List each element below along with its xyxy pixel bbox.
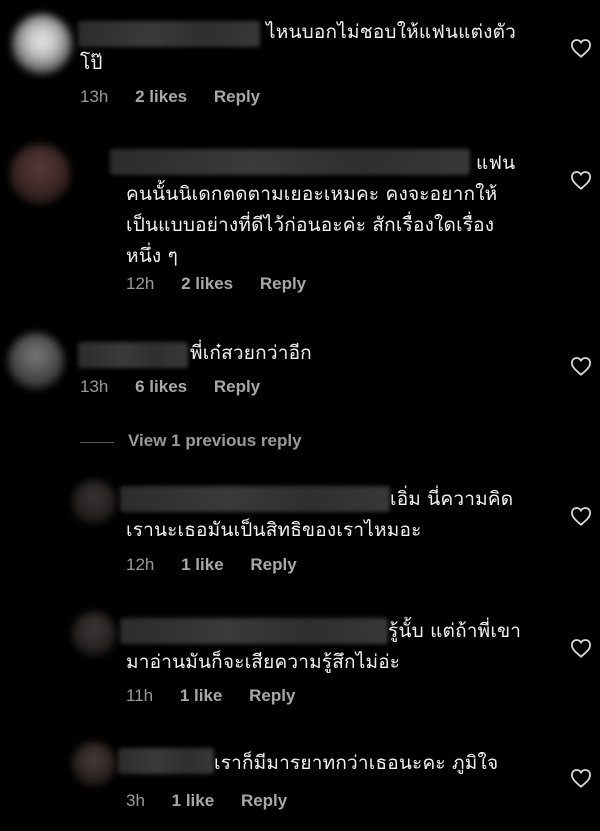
heart-outline-icon[interactable] (570, 506, 592, 526)
comment-line: หนึ่ง ๆ (126, 245, 179, 267)
timestamp: 13h (80, 377, 109, 396)
comment-text: ไหนบอกไม่ชอบให้แฟนแต่งตัว โป๊ (80, 17, 516, 79)
comment-line: เป็นแบบอย่างที่ดีไว้ก่อนอะค่ะ สักเรื่องใ… (126, 214, 495, 236)
reply-comment: รู้นั้บ แต่ถ้าพี่เขา มาอ่านมันก็จะเสียคว… (0, 610, 600, 720)
comment-meta: 3h 1 like Reply (126, 791, 309, 811)
comment-meta: 11h 1 like Reply (126, 686, 317, 706)
comment-meta: 12h 2 likes Reply (126, 274, 328, 294)
view-previous-replies-label: View 1 previous reply (128, 431, 302, 450)
avatar[interactable] (12, 14, 72, 74)
heart-outline-icon[interactable] (570, 170, 592, 190)
reply-button[interactable]: Reply (214, 87, 260, 106)
timestamp: 13h (80, 87, 109, 106)
comment-line: รู้นั้บ แต่ถ้าพี่เขา (388, 620, 522, 642)
comment-text: เราก็มีมารยาทกว่าเธอนะคะ ภูมิใจ (120, 748, 498, 779)
comment-line: แฟน (476, 152, 516, 174)
timestamp: 3h (126, 791, 145, 810)
timestamp: 11h (126, 686, 154, 705)
avatar[interactable] (72, 480, 116, 524)
avatar[interactable] (72, 742, 116, 786)
heart-outline-icon[interactable] (570, 356, 592, 376)
likes-count[interactable]: 1 like (180, 686, 223, 705)
heart-outline-icon[interactable] (570, 638, 592, 658)
reply-comment: เราก็มีมารยาทกว่าเธอนะคะ ภูมิใจ 3h 1 lik… (0, 740, 600, 830)
comment-line: มาอ่านมันก็จะเสียความรู้สึกไม่อ่ะ (126, 651, 401, 673)
likes-count[interactable]: 1 like (181, 555, 224, 574)
comment-text: รู้นั้บ แต่ถ้าพี่เขา มาอ่านมันก็จะเสียคว… (126, 616, 521, 678)
thread-line (80, 442, 114, 443)
comment: ไหนบอกไม่ชอบให้แฟนแต่งตัว โป๊ 13h 2 like… (0, 0, 600, 120)
comment-meta: 13h 6 likes Reply (80, 377, 282, 397)
comment-line: คนนั้นนิเดกตดตามเยอะเหมคะ คงจะอยากให้ (126, 183, 498, 205)
comment-meta: 12h 1 like Reply (126, 555, 319, 575)
reply-button[interactable]: Reply (241, 791, 287, 810)
comment-line: เราก็มีมารยาทกว่าเธอนะคะ ภูมิใจ (214, 752, 499, 774)
likes-count[interactable]: 1 like (172, 791, 215, 810)
comment-line: เรานะเธอมันเป็นสิทธิของเราไหมอะ (126, 519, 422, 541)
comment-line: พี่เก๋สวยกว่าอีก (190, 342, 312, 364)
comment-line: ไหนบอกไม่ชอบให้แฟนแต่งตัว (266, 21, 517, 43)
comment-line: โป๊ (80, 52, 103, 74)
comment-text: แฟน คนนั้นนิเดกตดตามเยอะเหมคะ คงจะอยากให… (126, 148, 515, 272)
comment-meta: 13h 2 likes Reply (80, 87, 282, 107)
timestamp: 12h (126, 274, 155, 293)
comment-text: เอิ่ม นี่ความคิด เรานะเธอมันเป็นสิทธิของ… (126, 484, 513, 546)
reply-button[interactable]: Reply (250, 555, 296, 574)
view-previous-replies-button[interactable]: View 1 previous reply (80, 431, 480, 455)
reply-button[interactable]: Reply (214, 377, 260, 396)
comment-line: เอิ่ม นี่ความคิด (390, 488, 514, 510)
comment: แฟน คนนั้นนิเดกตดตามเยอะเหมคะ คงจะอยากให… (0, 140, 600, 310)
likes-count[interactable]: 6 likes (135, 377, 187, 396)
reply-button[interactable]: Reply (260, 274, 306, 293)
timestamp: 12h (126, 555, 155, 574)
heart-outline-icon[interactable] (570, 768, 592, 788)
reply-button[interactable]: Reply (249, 686, 295, 705)
avatar[interactable] (72, 612, 116, 656)
comment-text: พี่เก๋สวยกว่าอีก (80, 338, 312, 369)
avatar[interactable] (8, 333, 64, 389)
likes-count[interactable]: 2 likes (181, 274, 233, 293)
comment: พี่เก๋สวยกว่าอีก 13h 6 likes Reply (0, 325, 600, 415)
avatar[interactable] (10, 144, 70, 204)
reply-comment: เอิ่ม นี่ความคิด เรานะเธอมันเป็นสิทธิของ… (0, 478, 600, 588)
likes-count[interactable]: 2 likes (135, 87, 187, 106)
heart-outline-icon[interactable] (570, 38, 592, 58)
